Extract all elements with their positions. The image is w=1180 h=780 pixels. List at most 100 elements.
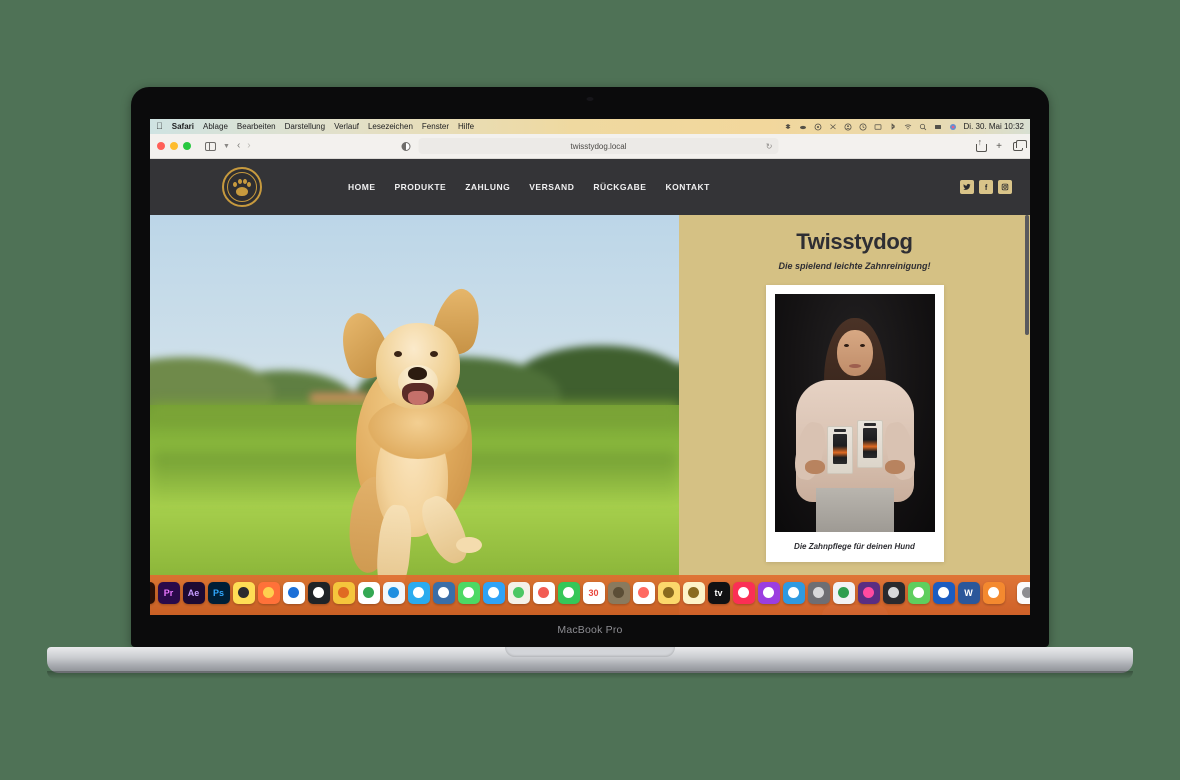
tab-overview-icon[interactable] [1013, 140, 1027, 151]
menu-item-fenster[interactable]: Fenster [422, 122, 449, 131]
webcam-icon [586, 97, 594, 101]
search-icon[interactable] [919, 123, 927, 131]
scissors-icon[interactable] [829, 123, 837, 131]
stickies-icon[interactable] [682, 581, 705, 604]
reload-icon[interactable]: ↻ [766, 142, 773, 151]
product-card-caption: Die Zahnpflege für deinen Hund [794, 542, 915, 551]
system-settings-icon[interactable] [807, 581, 830, 604]
logo-inner-ring [227, 172, 257, 202]
dropbox-icon[interactable] [784, 123, 792, 131]
page-scrollbar[interactable] [1025, 215, 1029, 335]
menubar-status-group: Di. 30. Mai 10:32 [784, 122, 1024, 131]
webpage: HOME PRODUKTE ZAHLUNG VERSAND RÜCKGABE K… [150, 159, 1030, 615]
twitter-icon[interactable] [960, 180, 974, 194]
chevron-down-icon[interactable]: ▼ [223, 143, 230, 150]
instagram-icon[interactable] [998, 180, 1012, 194]
screenshot-icon[interactable] [882, 581, 905, 604]
minimize-button[interactable] [170, 142, 178, 150]
search-input[interactable]: twisstydog.local ↻ [418, 138, 779, 154]
menu-item-bearbeiten[interactable]: Bearbeiten [237, 122, 276, 131]
clock-icon[interactable] [859, 123, 867, 131]
close-button[interactable] [157, 142, 165, 150]
globe-icon[interactable] [814, 123, 822, 131]
podcasts-icon[interactable] [757, 581, 780, 604]
appletv-icon[interactable]: tv [707, 581, 730, 604]
nav-item-home[interactable]: HOME [348, 182, 376, 192]
display-icon[interactable] [874, 123, 882, 131]
maps-icon[interactable] [507, 581, 530, 604]
zoom-button[interactable] [183, 142, 191, 150]
menubar-clock[interactable]: Di. 30. Mai 10:32 [964, 122, 1024, 131]
menu-item-verlauf[interactable]: Verlauf [334, 122, 359, 131]
apple-logo-icon[interactable]:  [156, 122, 163, 131]
address-bar-group: twisstydog.local ↻ [401, 138, 779, 154]
photos-app-icon[interactable] [532, 581, 555, 604]
premiere-icon[interactable]: Pr [157, 581, 180, 604]
wifi-icon[interactable] [904, 123, 912, 131]
facebook-icon[interactable] [979, 180, 993, 194]
macos-dock: AiPrAePs 30 tv W [150, 575, 1030, 615]
control-center-icon[interactable] [949, 123, 957, 131]
hero-image [150, 215, 679, 615]
notes-icon[interactable] [657, 581, 680, 604]
new-tab-icon[interactable]: + [996, 141, 1002, 152]
contacts-icon[interactable] [607, 581, 630, 604]
cloud-icon[interactable] [799, 123, 807, 131]
telegram-icon[interactable] [407, 581, 430, 604]
bluetooth-icon[interactable] [889, 122, 897, 131]
green-orb-icon[interactable] [907, 581, 930, 604]
menu-item-lesezeichen[interactable]: Lesezeichen [368, 122, 413, 131]
screenshot-root:  Safari Ablage Bearbeiten Darstellung V… [0, 0, 1180, 780]
window-controls [157, 142, 191, 150]
flickr-icon[interactable] [857, 581, 880, 604]
menu-item-safari[interactable]: Safari [172, 122, 194, 131]
share-icon[interactable] [976, 138, 988, 152]
page-subtitle: Die spielend leichte Zahnreinigung! [778, 261, 931, 271]
product-card[interactable]: Die Zahnpflege für deinen Hund [765, 285, 944, 562]
mail-icon[interactable] [482, 581, 505, 604]
screen-share-icon[interactable] [934, 123, 942, 131]
firefox-icon[interactable] [257, 581, 280, 604]
illustrator-icon[interactable]: Ai [150, 581, 155, 604]
music-icon[interactable] [732, 581, 755, 604]
forward-button[interactable]: › [247, 141, 250, 151]
reminders-icon[interactable] [632, 581, 655, 604]
indesign-icon[interactable] [232, 581, 255, 604]
sidebar-toggle-icon[interactable] [205, 141, 216, 151]
safari-icon[interactable] [382, 581, 405, 604]
back-button[interactable]: ‹ [237, 141, 240, 151]
after-effects-icon[interactable]: Ae [182, 581, 205, 604]
browser-blue-icon[interactable] [282, 581, 305, 604]
shield-vpn-icon[interactable] [832, 581, 855, 604]
nav-item-produkte[interactable]: PRODUKTE [395, 182, 447, 192]
word-icon[interactable]: W [957, 581, 980, 604]
preview-icon[interactable] [1016, 581, 1030, 604]
reader-view-icon[interactable] [401, 141, 411, 151]
nav-item-rueckgabe[interactable]: RÜCKGABE [593, 182, 646, 192]
duck-icon[interactable] [332, 581, 355, 604]
nav-item-kontakt[interactable]: KONTAKT [665, 182, 709, 192]
menu-item-ablage[interactable]: Ablage [203, 122, 228, 131]
speedtest-icon[interactable] [307, 581, 330, 604]
menu-item-darstellung[interactable]: Darstellung [285, 122, 325, 131]
messages-icon[interactable] [457, 581, 480, 604]
device-model-label: MacBook Pro [557, 624, 623, 636]
photoshop-icon[interactable]: Ps [207, 581, 230, 604]
chrome-icon[interactable] [357, 581, 380, 604]
menu-item-hilfe[interactable]: Hilfe [458, 122, 474, 131]
white-circle-app-icon[interactable] [432, 581, 455, 604]
laptop-base [47, 647, 1133, 673]
product-card-image [774, 294, 935, 532]
nav-item-versand[interactable]: VERSAND [529, 182, 574, 192]
facetime-icon[interactable] [557, 581, 580, 604]
user-circle-icon[interactable] [844, 123, 852, 131]
promo-panel: Twisstydog Die spielend leichte Zahnrein… [679, 215, 1030, 615]
toolbar-right-group: + [976, 138, 1027, 152]
laptop-base-shadow [47, 671, 1133, 679]
nav-item-zahlung[interactable]: ZAHLUNG [465, 182, 510, 192]
app-store-icon[interactable] [782, 581, 805, 604]
whatsapp-icon[interactable] [932, 581, 955, 604]
paw-logo-icon[interactable] [222, 167, 262, 207]
calendar-icon[interactable]: 30 [582, 581, 605, 604]
downloads-stack-icon[interactable] [982, 581, 1005, 604]
